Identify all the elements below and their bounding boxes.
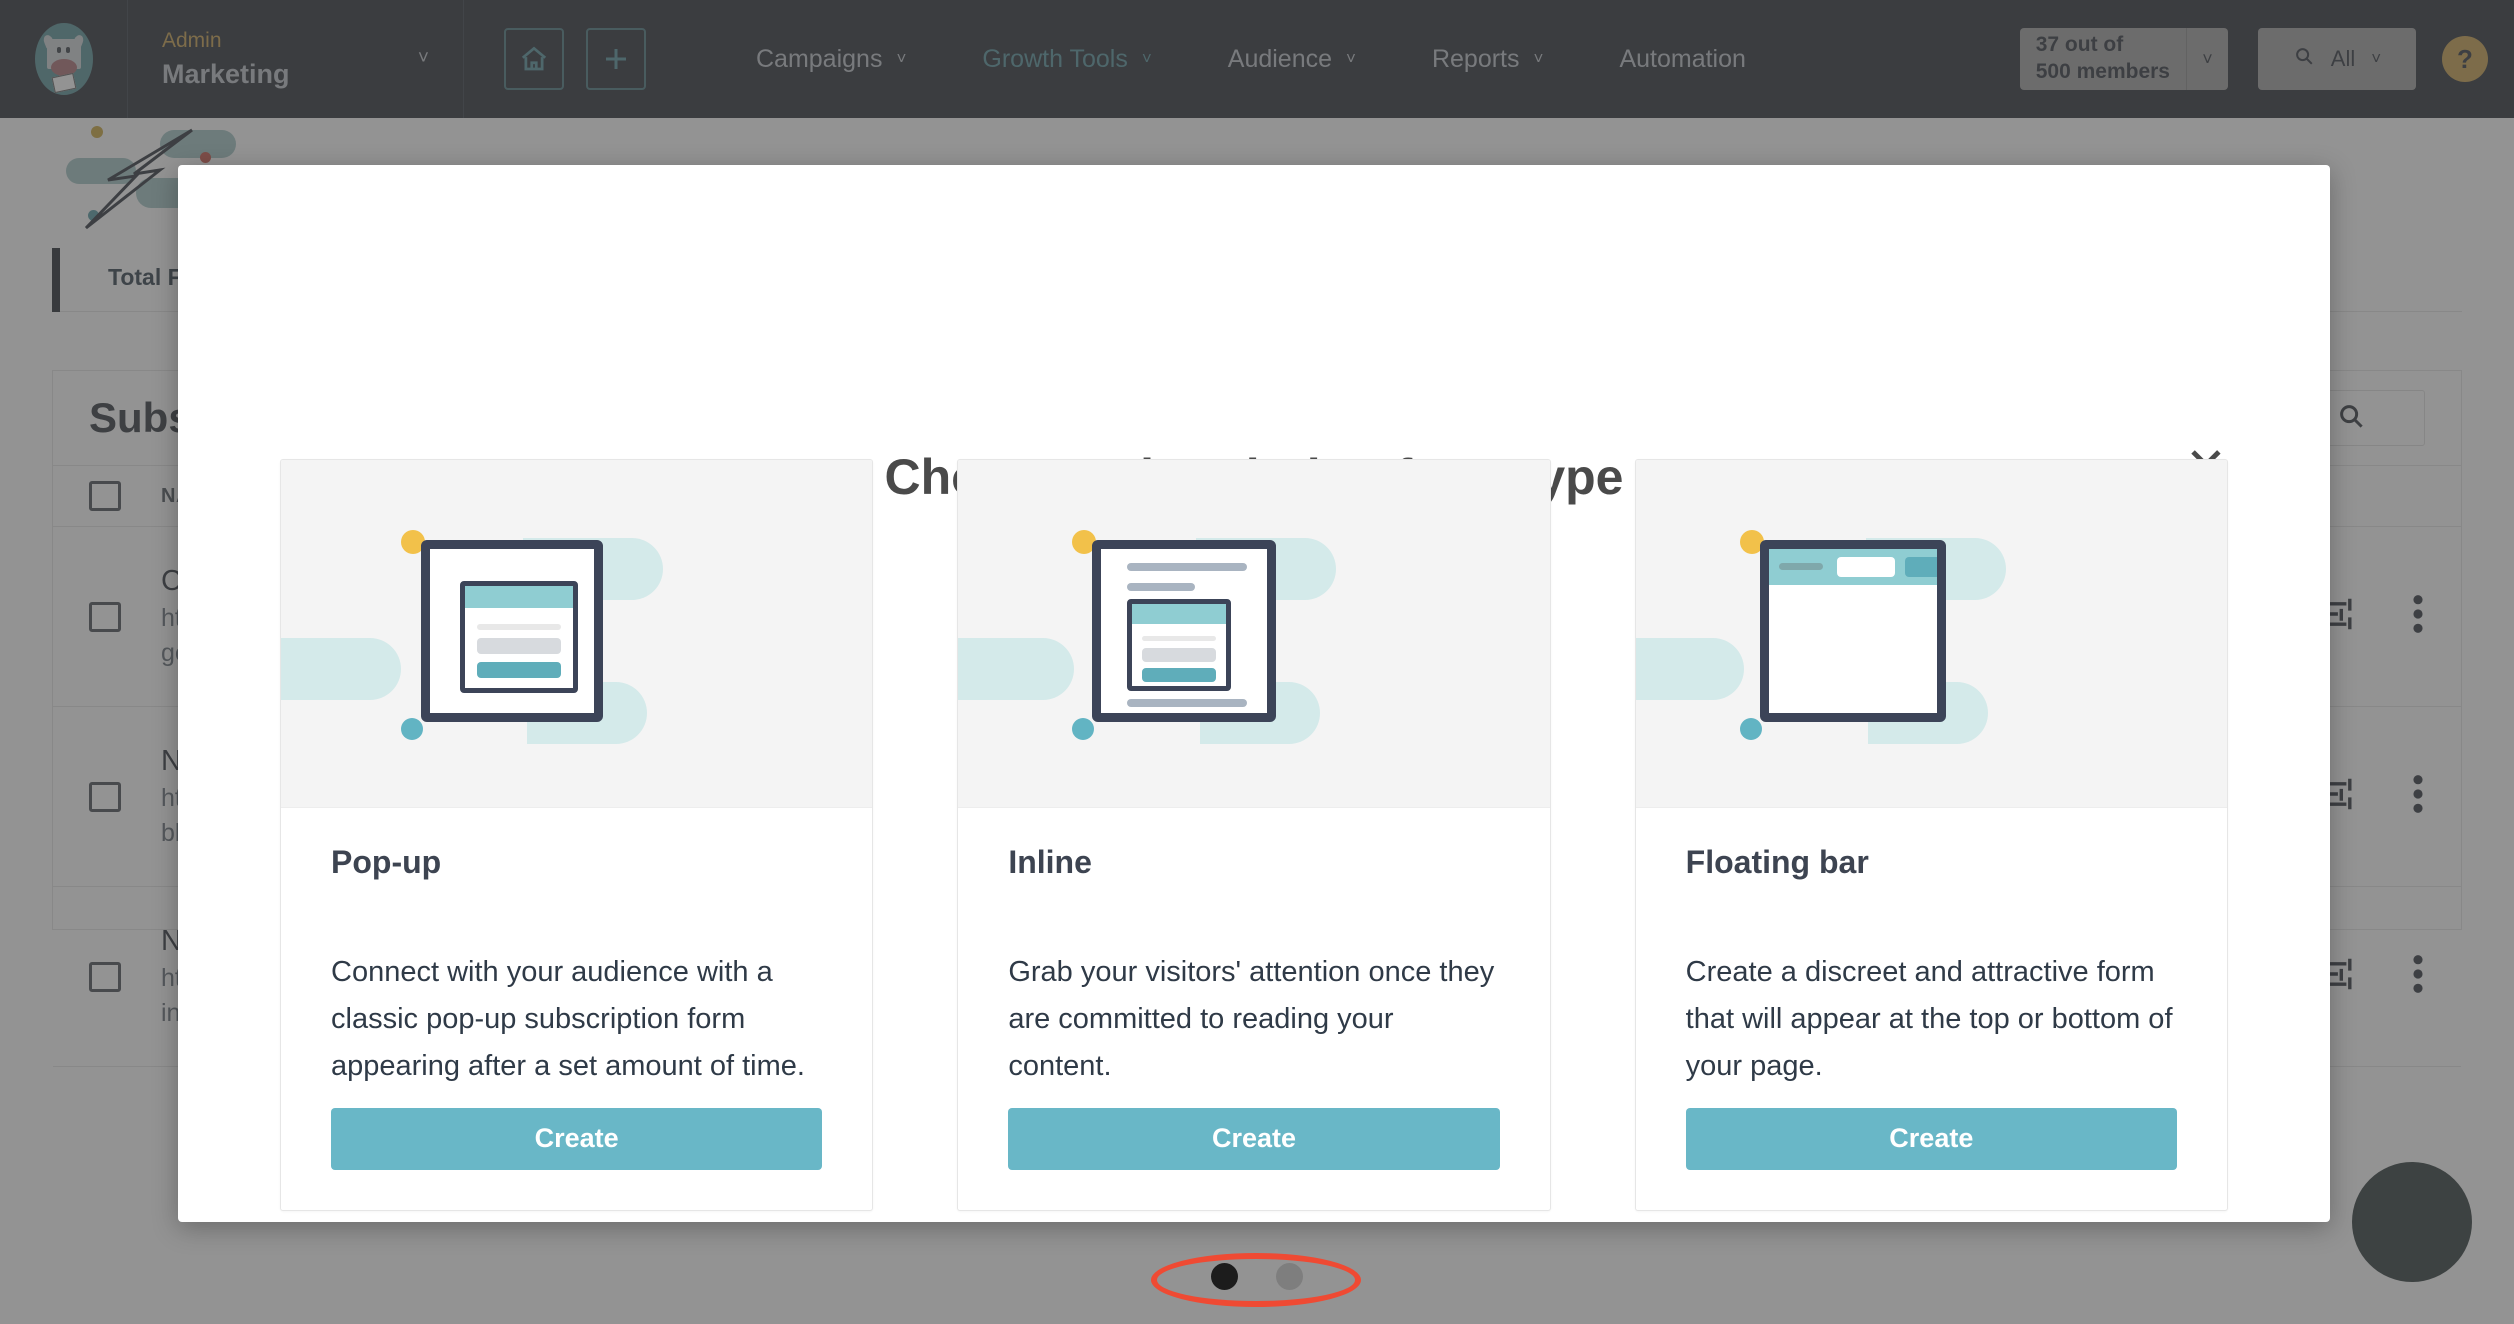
floating-bar-illustration [1635,460,2227,808]
form-type-card-inline[interactable]: Inline Grab your visitors' attention onc… [957,459,1551,1211]
carousel-pagination [0,1263,2514,1290]
card-title: Inline [1008,844,1092,880]
create-button-inline[interactable]: Create [1008,1107,1500,1170]
popup-form-illustration [281,460,873,808]
inline-form-illustration [958,460,1550,808]
card-description: Grab your visitors' attention once they … [1008,956,1495,1082]
pagination-dot-1[interactable] [1211,1263,1238,1290]
card-description: Create a discreet and attractive form th… [1685,956,2173,1082]
card-description: Connect with your audience with a classi… [331,956,805,1082]
form-type-card-pop-up[interactable]: Pop-up Connect with your audience with a… [280,459,874,1211]
card-title: Floating bar [1685,844,1869,880]
form-type-card-list: Pop-up Connect with your audience with a… [280,459,2228,1211]
choose-form-type-modal: Choose subscription form type ✕ [178,165,2330,1222]
form-type-card-floating-bar[interactable]: Floating bar Create a discreet and attra… [1634,459,2228,1211]
card-title: Pop-up [331,844,442,880]
pagination-dot-2[interactable] [1276,1263,1303,1290]
create-button-pop-up[interactable]: Create [331,1107,823,1170]
create-button-floating-bar[interactable]: Create [1685,1107,2177,1170]
